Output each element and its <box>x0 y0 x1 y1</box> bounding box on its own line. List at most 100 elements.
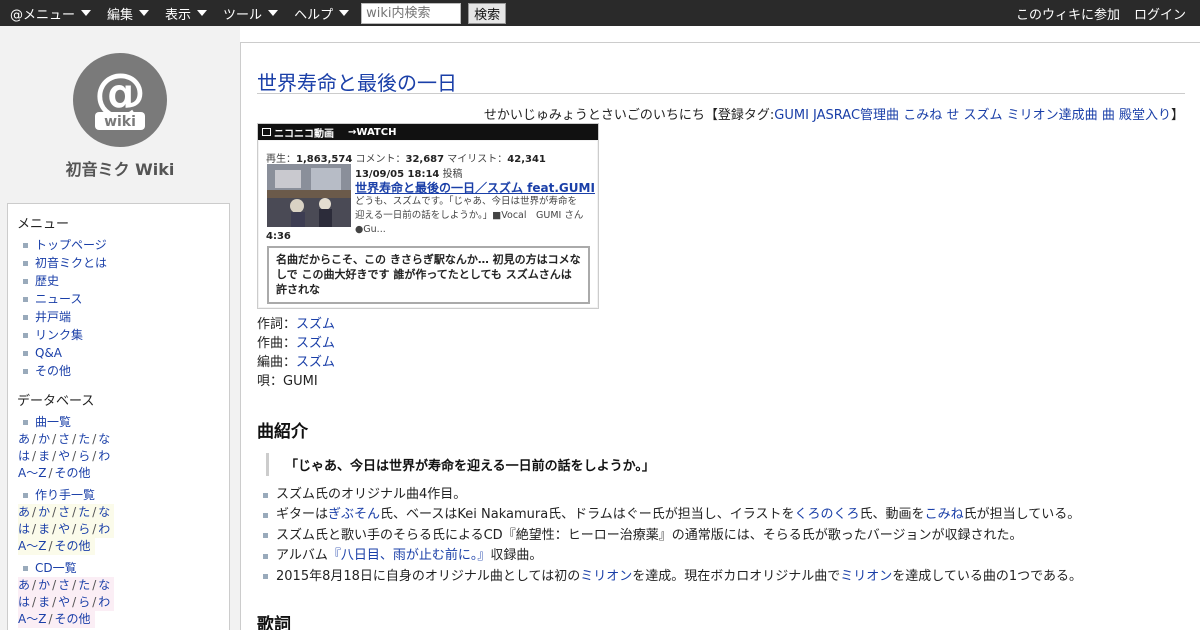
kana-link[interactable]: その他 <box>54 612 90 626</box>
tag-link[interactable]: こみね <box>903 108 942 123</box>
composer-link[interactable]: スズム <box>296 336 335 351</box>
kana-link[interactable]: は <box>18 522 30 536</box>
kana-link[interactable]: な <box>98 578 110 592</box>
menu-item-history[interactable]: 歴史 <box>23 272 229 290</box>
niconico-brand: ニコニコ動画 <box>274 128 334 140</box>
menu-label: @メニュー <box>10 7 76 23</box>
menu-label: ツール <box>223 7 263 23</box>
tag-link[interactable]: ミリオン達成曲 <box>1007 108 1098 123</box>
kana-link[interactable]: さ <box>58 432 70 446</box>
menu-item-links[interactable]: リンク集 <box>23 326 229 344</box>
kana-link[interactable]: わ <box>98 595 110 609</box>
join-wiki-link[interactable]: このウィキに参加 <box>1016 4 1120 23</box>
kana-link[interactable]: た <box>78 578 90 592</box>
video-thumbnail[interactable] <box>267 164 351 227</box>
creators-list-link[interactable]: 作り手一覧 <box>23 486 229 504</box>
search-button[interactable]: 検索 <box>468 2 507 24</box>
kana-link[interactable]: な <box>98 432 110 446</box>
video-comment-ticker: 名曲だからこそ、この きさらぎ駅なんか… 初見の方はコメなしで この曲大好きです… <box>267 246 590 304</box>
menu-item-top[interactable]: トップページ <box>23 236 229 254</box>
tag-link[interactable]: せ <box>946 108 959 123</box>
sidebar: @ wiki 初音ミク Wiki メニュー トップページ 初音ミクとは 歴史 ニ… <box>0 26 240 630</box>
kana-link[interactable]: ま <box>38 522 50 536</box>
tag-link[interactable]: 殿堂入り <box>1119 108 1171 123</box>
video-title-link[interactable]: 世界寿命と最後の一日／スズム feat.GUMI <box>355 179 595 196</box>
menu-item-label: トップページ <box>35 238 107 252</box>
menu-item-news[interactable]: ニュース <box>23 290 229 308</box>
menu-at-menu[interactable]: @メニュー <box>0 0 97 26</box>
kana-link[interactable]: あ <box>18 578 30 592</box>
million-link[interactable]: ミリオン <box>580 567 632 587</box>
wiki-search-input[interactable] <box>361 2 462 24</box>
tag-link[interactable]: JASRAC管理曲 <box>813 108 899 123</box>
main-content: 世界寿命と最後の一日 せかいじゅみょうとさいごのいちにち【登録タグ:GUMI J… <box>240 42 1200 630</box>
kana-link[interactable]: か <box>38 578 50 592</box>
menu-heading: メニュー <box>17 217 70 232</box>
page-title[interactable]: 世界寿命と最後の一日 <box>257 67 457 96</box>
menu-item-other[interactable]: その他 <box>23 362 229 380</box>
cd-list-link[interactable]: CD一覧 <box>23 559 229 577</box>
song-quote: 「じゃあ、今日は世界が寿命を迎える一日前の話をしようか。」 <box>266 453 655 476</box>
kana-link[interactable]: た <box>78 432 90 446</box>
lyricist-link[interactable]: スズム <box>296 317 335 332</box>
menu-item-forum[interactable]: 井戸端 <box>23 308 229 326</box>
kana-link[interactable]: わ <box>98 449 110 463</box>
kana-link[interactable]: ら <box>78 522 90 536</box>
watch-link[interactable]: →WATCH <box>348 127 396 138</box>
atwiki-logo[interactable]: @ wiki <box>72 52 168 148</box>
site-title[interactable]: 初音ミク Wiki <box>0 156 240 180</box>
video-creator-link[interactable]: こみね <box>925 505 964 525</box>
creators-list-label: 作り手一覧 <box>35 488 96 502</box>
kana-link[interactable]: その他 <box>54 539 90 553</box>
arranger-link[interactable]: スズム <box>296 355 335 370</box>
comment-count: 32,687 <box>405 154 445 165</box>
menu-tools[interactable]: ツール <box>213 0 284 26</box>
kana-link[interactable]: や <box>58 595 70 609</box>
kana-link[interactable]: わ <box>98 522 110 536</box>
kana-link[interactable]: な <box>98 505 110 519</box>
tag-link[interactable]: スズム <box>964 108 1003 123</box>
kana-link[interactable]: ら <box>78 449 90 463</box>
album-link[interactable]: 『八日目、雨が止む前に。』 <box>328 546 491 566</box>
niconico-video-embed: ニコニコ動画 →WATCH 再生：1,863,574 コメント：32,687 マ… <box>257 123 599 309</box>
kana-link[interactable]: ま <box>38 595 50 609</box>
menu-edit[interactable]: 編集 <box>97 0 155 26</box>
kana-link[interactable]: その他 <box>54 466 90 480</box>
menu-item-label: 初音ミクとは <box>35 256 108 270</box>
kana-link[interactable]: や <box>58 449 70 463</box>
caret-down-icon <box>197 10 208 16</box>
kana-link[interactable]: や <box>58 522 70 536</box>
kana-link[interactable]: は <box>18 449 30 463</box>
intro-heading: 曲紹介 <box>257 422 308 442</box>
kana-link[interactable]: か <box>38 505 50 519</box>
login-link[interactable]: ログイン <box>1134 4 1186 23</box>
menu-item-label: リンク集 <box>35 328 84 342</box>
kana-link[interactable]: A～Z <box>18 612 46 626</box>
kana-link[interactable]: さ <box>58 505 70 519</box>
menu-list: トップページ 初音ミクとは 歴史 ニュース 井戸端 リンク集 Q&A その他 <box>23 236 229 380</box>
guitarist-link[interactable]: ぎぶそん <box>328 505 380 525</box>
menu-item-about[interactable]: 初音ミクとは <box>23 254 229 272</box>
kana-link[interactable]: か <box>38 432 50 446</box>
kana-link[interactable]: ら <box>78 595 90 609</box>
menu-view[interactable]: 表示 <box>155 0 213 26</box>
songs-list-link[interactable]: 曲一覧 <box>23 413 229 431</box>
kana-link[interactable]: A～Z <box>18 539 46 553</box>
menu-item-qa[interactable]: Q&A <box>23 344 229 362</box>
kana-link[interactable]: あ <box>18 505 30 519</box>
tag-link[interactable]: GUMI <box>774 108 809 123</box>
at-logo-icon: @ wiki <box>73 53 167 147</box>
million-link[interactable]: ミリオン <box>840 567 892 587</box>
kana-link[interactable]: あ <box>18 432 30 446</box>
mylist-count: 42,341 <box>507 154 546 165</box>
kana-link[interactable]: は <box>18 595 30 609</box>
bullet-icon <box>23 350 28 356</box>
tag-link[interactable]: 曲 <box>1102 108 1115 123</box>
kana-link[interactable]: さ <box>58 578 70 592</box>
menu-item-label: ニュース <box>35 292 83 306</box>
kana-link[interactable]: ま <box>38 449 50 463</box>
illustrator-link[interactable]: くろのくろ <box>795 505 860 525</box>
kana-link[interactable]: た <box>78 505 90 519</box>
kana-link[interactable]: A～Z <box>18 466 46 480</box>
menu-help[interactable]: ヘルプ <box>284 0 355 26</box>
